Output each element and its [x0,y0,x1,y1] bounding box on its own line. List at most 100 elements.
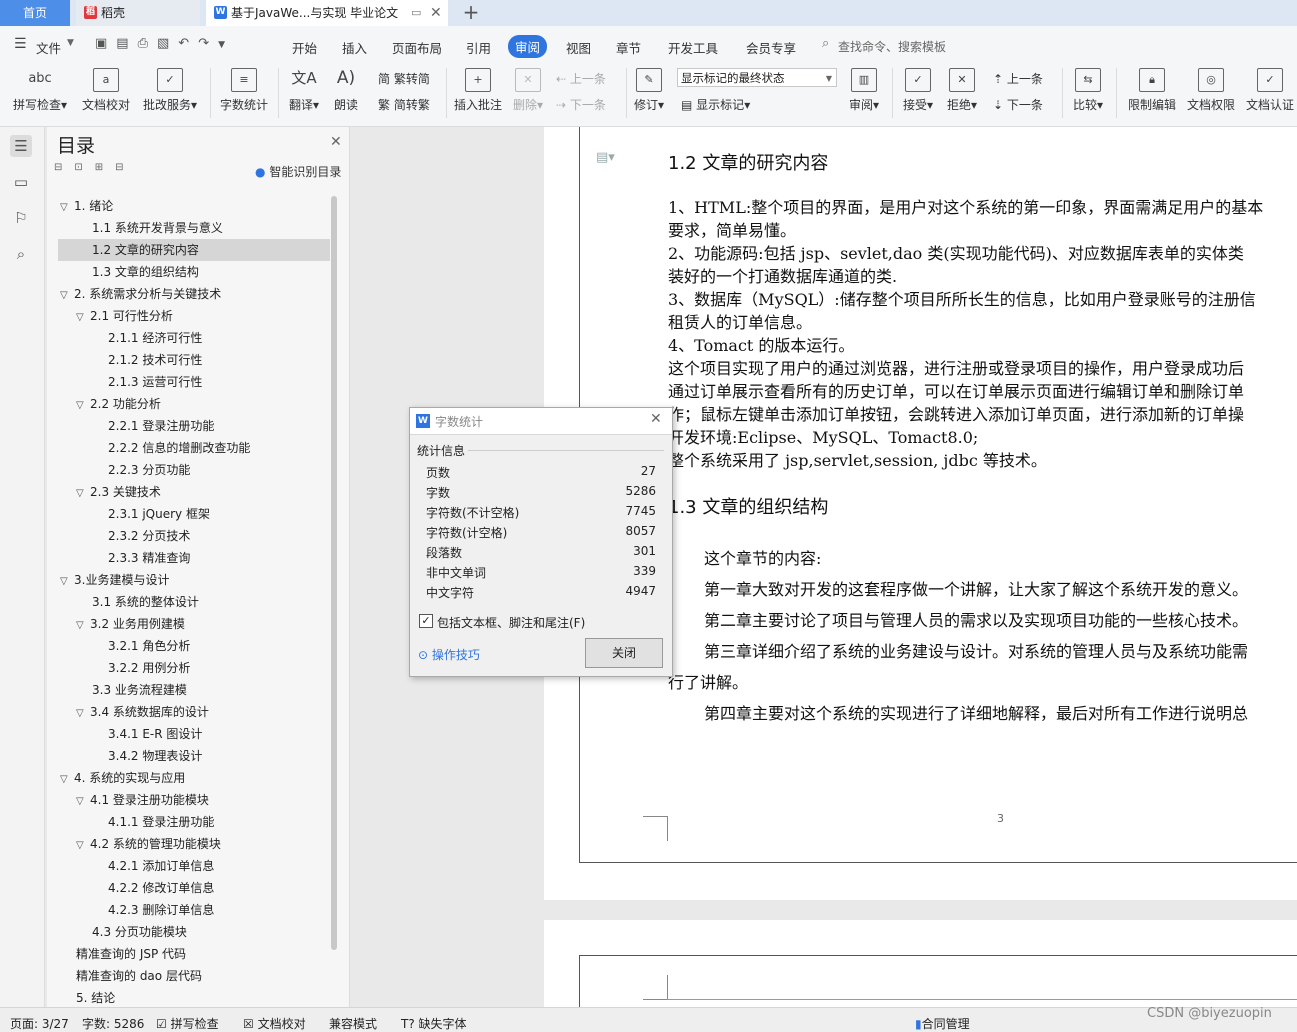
read-aloud-button[interactable]: A) 朗读 [330,68,362,113]
menu-chapter[interactable]: 章节 [616,38,641,57]
prev-comment-button[interactable]: ⇠ 上一条 [556,70,606,87]
toc-item[interactable]: 5. 结论 [58,987,330,1009]
command-search[interactable]: 查找命令、搜索模板 [838,38,946,55]
next-comment-button[interactable]: ⇢ 下一条 [556,96,606,113]
toc-item[interactable]: ▽ 4. 系统的实现与应用 [58,767,330,789]
prev-change-button[interactable]: ⇡ 上一条 [993,70,1043,87]
spellcheck-button[interactable]: abc 拼写检查▾ [12,68,68,113]
toc-item[interactable]: ▽ 4.1 登录注册功能模块 [58,789,330,811]
hamburger-icon[interactable]: ☰ [14,36,27,52]
toc-item[interactable]: ▽ 2.2 功能分析 [58,393,330,415]
toc-item[interactable]: ▽ 4.2 系统的管理功能模块 [58,833,330,855]
menu-layout[interactable]: 页面布局 [392,38,442,57]
chevron-down-icon[interactable]: ▽ [60,285,74,307]
show-marks-button[interactable]: ▤ 显示标记▾ [681,96,750,113]
insert-comment-button[interactable]: + 插入批注 [454,68,502,113]
delete-comment-button[interactable]: ✕ 删除▾ [510,68,546,113]
page-indicator[interactable]: 页面: 3/27 [10,1015,69,1032]
translate-button[interactable]: 文A 翻译▾ [286,68,322,113]
toc-item[interactable]: 2.1.1 经济可行性 [58,327,330,349]
menu-start[interactable]: 开始 [292,38,317,57]
tips-link[interactable]: ⊙ 操作技巧 [418,646,480,663]
search-icon[interactable]: ⌕ [822,36,829,51]
toc-item[interactable]: 2.3.2 分页技术 [58,525,330,547]
chevron-down-icon[interactable]: ▽ [76,791,90,813]
chevron-down-icon[interactable]: ▽ [76,835,90,857]
review-pane-button[interactable]: ▥ 审阅▾ [846,68,882,113]
toc-item[interactable]: 1.3 文章的组织结构 [58,261,330,283]
proofread-status[interactable]: ☒ 文档校对 [243,1015,306,1032]
bookmark-icon[interactable]: ⚐ [10,207,32,229]
toc-item[interactable]: 3.1 系统的整体设计 [58,591,330,613]
chevron-down-icon[interactable]: ▼ [67,38,74,48]
toc-item[interactable]: 4.3 分页功能模块 [58,921,330,943]
toc-item[interactable]: 2.3.1 jQuery 框架 [58,503,330,525]
markup-state-select[interactable]: 显示标记的最终状态 ▼ [677,68,837,87]
toc-item[interactable]: 精准查询的 JSP 代码 [58,943,330,965]
menu-review[interactable]: 审阅 [508,35,548,58]
new-tab-plus-icon[interactable]: + [458,0,484,26]
accept-button[interactable]: ✓ 接受▾ [900,68,936,113]
toc-item[interactable]: 2.2.1 登录注册功能 [58,415,330,437]
compare-button[interactable]: ⇆ 比较▾ [1070,68,1106,113]
chevron-down-icon[interactable]: ▽ [60,769,74,791]
chevron-down-icon[interactable]: ▽ [76,703,90,725]
toc-item[interactable]: 4.2.3 删除订单信息 [58,899,330,921]
toc-item[interactable]: 4.1.1 登录注册功能 [58,811,330,833]
toc-panel-icon[interactable]: ☰ [10,135,32,157]
toc-item[interactable]: ▽ 2.1 可行性分析 [58,305,330,327]
tab-home[interactable]: 首页 [0,0,70,26]
find-icon[interactable]: ⌕ [10,243,32,265]
smart-toc-button[interactable]: ● 智能识别目录 [255,163,341,180]
toc-item[interactable]: ▽ 3.业务建模与设计 [58,569,330,591]
tab-close-icon[interactable]: ✕ [430,0,442,26]
contract-manage-button[interactable]: ▮合同管理 [915,1015,970,1032]
toc-item[interactable]: ▽ 2. 系统需求分析与关键技术 [58,283,330,305]
toc-item[interactable]: 1.2 文章的研究内容 [58,239,330,261]
toc-item[interactable]: ▽ 3.4 系统数据库的设计 [58,701,330,723]
chevron-down-icon[interactable]: ▽ [60,571,74,593]
chevron-down-icon[interactable]: ▽ [76,483,90,505]
wordcount-button[interactable]: ≡ 字数统计 [218,68,270,113]
toc-close-icon[interactable]: ✕ [330,134,342,150]
toc-item[interactable]: 2.3.3 精准查询 [58,547,330,569]
word-indicator[interactable]: 字数: 5286 [82,1015,144,1032]
menu-file[interactable]: 文件 [36,38,61,57]
toc-item[interactable]: 3.3 业务流程建模 [58,679,330,701]
restrict-edit-button[interactable]: 🔒︎ 限制编辑 [1126,68,1178,113]
menu-view[interactable]: 视图 [566,38,591,57]
toc-item[interactable]: 精准查询的 dao 层代码 [58,965,330,987]
batch-service-button[interactable]: ✓ 批改服务▾ [140,68,200,113]
chevron-down-icon[interactable]: ▽ [76,307,90,329]
chevron-down-icon[interactable]: ▽ [76,395,90,417]
missing-font-button[interactable]: T? 缺失字体 [401,1015,467,1032]
include-notes-checkbox[interactable]: ✓ [419,614,433,628]
toc-item[interactable]: 3.2.1 角色分析 [58,635,330,657]
toc-item[interactable]: 2.1.3 运营可行性 [58,371,330,393]
toc-controls[interactable]: ⊟⊡⊞⊟ [54,162,136,173]
toc-scrollbar[interactable] [331,196,337,950]
chapter-nav-icon[interactable]: ▭ [10,171,32,193]
track-changes-button[interactable]: ✎ 修订▾ [632,68,666,113]
menu-devtools[interactable]: 开发工具 [668,38,718,57]
toc-item[interactable]: 2.1.2 技术可行性 [58,349,330,371]
toc-item[interactable]: 2.2.2 信息的增删改查功能 [58,437,330,459]
toc-item[interactable]: 3.4.2 物理表设计 [58,745,330,767]
doc-permission-button[interactable]: ◎ 文档权限 [1185,68,1237,113]
close-button[interactable]: 关闭 [585,638,663,668]
doc-auth-button[interactable]: ✓ 文档认证 [1244,68,1296,113]
quick-access-icons[interactable]: ▣▤⎙▧↶↷▼ [95,36,234,51]
chevron-down-icon[interactable]: ▽ [60,197,74,219]
menu-insert[interactable]: 插入 [342,38,367,57]
next-change-button[interactable]: ⇣ 下一条 [993,96,1043,113]
toc-item[interactable]: 4.2.2 修改订单信息 [58,877,330,899]
toc-item[interactable]: ▽ 1. 绪论 [58,195,330,217]
toc-item[interactable]: ▽ 2.3 关键技术 [58,481,330,503]
trad-to-simp-button[interactable]: 简 繁转简 [378,70,430,87]
spellcheck-status[interactable]: ☑ 拼写检查 [156,1015,219,1032]
toc-item[interactable]: ▽ 3.2 业务用例建模 [58,613,330,635]
menu-reference[interactable]: 引用 [466,38,491,57]
proofread-button[interactable]: a 文档校对 [80,68,132,113]
tab-daoke[interactable]: 稻稻壳 [76,0,200,26]
toc-item[interactable]: 3.2.2 用例分析 [58,657,330,679]
